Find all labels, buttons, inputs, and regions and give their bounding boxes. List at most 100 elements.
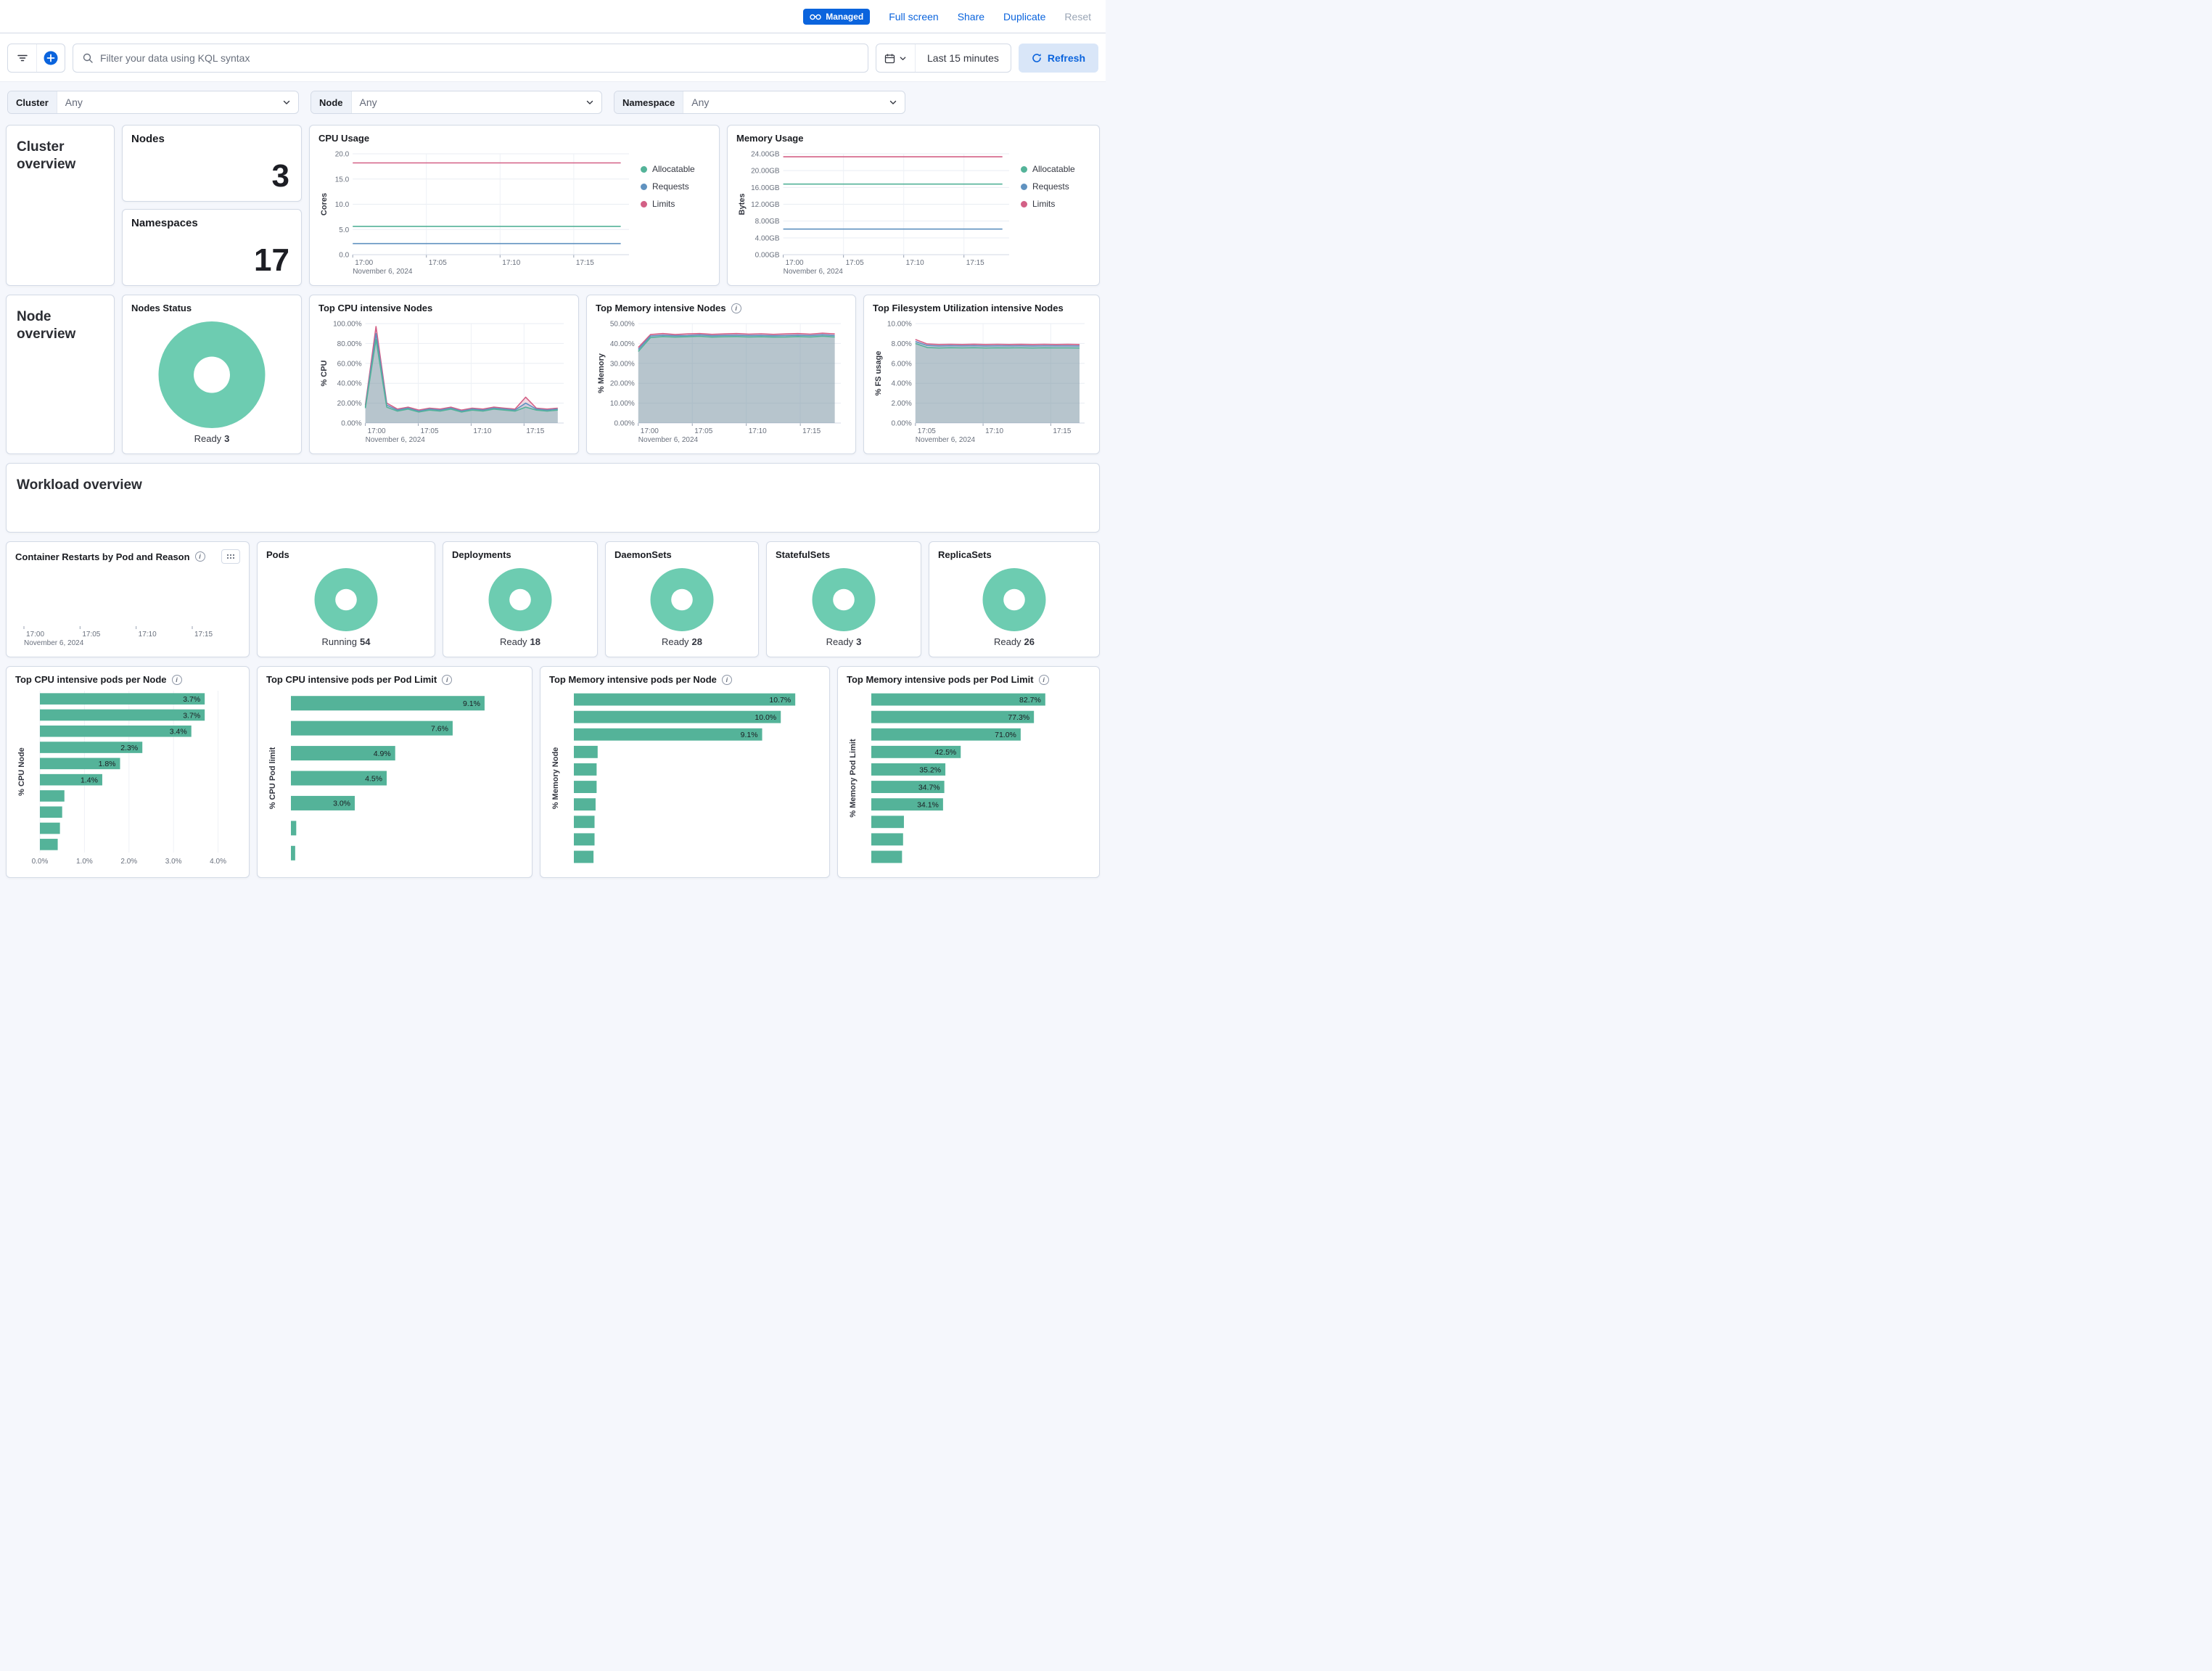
- svg-text:35.2%: 35.2%: [919, 765, 941, 774]
- filter-button-group: [7, 44, 65, 73]
- legend-item[interactable]: Allocatable: [641, 164, 710, 174]
- panel-title: Top Filesystem Utilization intensive Nod…: [873, 303, 1064, 313]
- legend-dot: [1021, 166, 1027, 173]
- svg-text:% FS usage: % FS usage: [874, 351, 883, 396]
- statefulsets-donut: Ready3: [776, 563, 912, 649]
- panel-title: CPU Usage: [318, 133, 369, 144]
- panel-title: Top CPU intensive Nodes: [318, 303, 432, 313]
- svg-text:17:10: 17:10: [749, 427, 767, 435]
- nodes-status-donut: Ready3: [131, 316, 292, 446]
- panel-replicasets: ReplicaSets Ready26: [929, 541, 1100, 657]
- legend-item[interactable]: Requests: [1021, 181, 1090, 192]
- svg-text:40.00%: 40.00%: [337, 380, 362, 388]
- namespaces-metric-title: Namespaces: [131, 217, 292, 229]
- svg-text:15.0: 15.0: [335, 176, 350, 184]
- svg-text:0.00%: 0.00%: [891, 420, 911, 428]
- refresh-icon: [1032, 53, 1042, 63]
- panel-top-cpu-nodes: Top CPU intensive Nodes % CPU0.00%20.00%…: [309, 295, 579, 454]
- svg-text:17:10: 17:10: [985, 427, 1003, 435]
- info-icon[interactable]: i: [172, 675, 182, 685]
- duplicate-link[interactable]: Duplicate: [1003, 11, 1045, 22]
- info-icon[interactable]: i: [722, 675, 732, 685]
- refresh-button[interactable]: Refresh: [1019, 44, 1098, 73]
- panel-title: Top CPU intensive pods per Node: [15, 674, 167, 685]
- dashboard: Cluster overview Nodes 3 Namespaces 17 C…: [0, 118, 1106, 884]
- panel-top-memory-pods-limit: Top Memory intensive pods per Pod Limiti…: [837, 666, 1100, 878]
- full-screen-link[interactable]: Full screen: [889, 11, 938, 22]
- svg-text:Cores: Cores: [320, 193, 329, 215]
- replicasets-donut: Ready26: [938, 563, 1090, 649]
- time-range-picker: Last 15 minutes: [876, 44, 1011, 73]
- svg-text:24.00GB: 24.00GB: [751, 151, 780, 159]
- filter-menu-button[interactable]: [8, 44, 36, 72]
- node-filter-label: Node: [311, 91, 352, 113]
- cluster-filter[interactable]: Cluster Any: [7, 91, 299, 114]
- svg-text:0.00%: 0.00%: [614, 420, 634, 428]
- svg-text:77.3%: 77.3%: [1008, 713, 1029, 722]
- panel-cluster-overview: Cluster overview: [6, 125, 115, 286]
- managed-badge[interactable]: Managed: [803, 9, 870, 25]
- panel-options-button[interactable]: [221, 549, 240, 564]
- svg-text:1.4%: 1.4%: [81, 776, 98, 784]
- svg-text:100.00%: 100.00%: [333, 321, 362, 329]
- panel-title: Top CPU intensive pods per Pod Limit: [266, 674, 437, 685]
- panel-nodes-count: Nodes 3: [122, 125, 302, 202]
- svg-text:November 6, 2024: November 6, 2024: [353, 268, 413, 276]
- svg-text:Running54: Running54: [322, 636, 371, 647]
- svg-text:20.0: 20.0: [335, 151, 350, 159]
- svg-text:% CPU Node: % CPU Node: [17, 747, 26, 796]
- svg-text:0.0: 0.0: [339, 252, 349, 260]
- panel-memory-usage: Memory Usage Bytes0.00GB4.00GB8.00GB12.0…: [727, 125, 1100, 286]
- svg-text:4.00%: 4.00%: [891, 380, 911, 388]
- legend-item[interactable]: Limits: [641, 199, 710, 209]
- legend-dot: [1021, 184, 1027, 190]
- panel-pods: Pods Running54: [257, 541, 435, 657]
- panel-workload-overview: Workload overview: [6, 463, 1100, 533]
- svg-text:10.00%: 10.00%: [887, 321, 912, 329]
- namespace-filter[interactable]: Namespace Any: [614, 91, 905, 114]
- svg-text:November 6, 2024: November 6, 2024: [24, 639, 84, 647]
- svg-text:17:15: 17:15: [802, 427, 821, 435]
- svg-text:November 6, 2024: November 6, 2024: [784, 268, 844, 276]
- svg-text:42.5%: 42.5%: [934, 748, 956, 757]
- top-memory-pods-limit-chart: % Memory Pod Limit 82.7% 77.3% 71.0% 42.5% 35…: [847, 688, 1090, 870]
- time-range-value[interactable]: Last 15 minutes: [916, 52, 1011, 64]
- svg-text:12.00GB: 12.00GB: [751, 201, 780, 209]
- legend-dot: [641, 184, 647, 190]
- legend-item[interactable]: Requests: [641, 181, 710, 192]
- info-icon[interactable]: i: [1039, 675, 1049, 685]
- calendar-icon: [884, 53, 895, 64]
- svg-text:4.5%: 4.5%: [365, 774, 382, 783]
- svg-text:8.00GB: 8.00GB: [755, 218, 780, 226]
- svg-text:% Memory Pod Limit: % Memory Pod Limit: [849, 739, 858, 818]
- calendar-menu-button[interactable]: [876, 44, 916, 72]
- svg-text:17:10: 17:10: [502, 259, 520, 267]
- info-icon[interactable]: i: [195, 551, 205, 562]
- legend-item[interactable]: Allocatable: [1021, 164, 1090, 174]
- node-filter[interactable]: Node Any: [311, 91, 602, 114]
- cpu-usage-chart: Cores0.05.010.015.020.017:0017:0517:1017…: [318, 147, 635, 278]
- panel-nodes-status: Nodes Status Ready3: [122, 295, 302, 454]
- svg-text:71.0%: 71.0%: [995, 731, 1016, 739]
- share-link[interactable]: Share: [958, 11, 984, 22]
- kql-search-input[interactable]: [100, 52, 859, 64]
- legend-item[interactable]: Limits: [1021, 199, 1090, 209]
- legend-label: Allocatable: [1032, 164, 1075, 174]
- add-filter-button[interactable]: [36, 44, 65, 72]
- panel-deployments: Deployments Ready18: [443, 541, 598, 657]
- svg-text:17:15: 17:15: [194, 631, 213, 639]
- info-icon[interactable]: i: [731, 303, 741, 313]
- svg-text:November 6, 2024: November 6, 2024: [366, 436, 426, 444]
- svg-text:17:00: 17:00: [368, 427, 386, 435]
- info-icon[interactable]: i: [442, 675, 452, 685]
- svg-text:2.0%: 2.0%: [120, 858, 137, 866]
- managed-badge-label: Managed: [826, 12, 863, 22]
- legend-dot: [1021, 201, 1027, 208]
- panel-title: DaemonSets: [614, 549, 672, 560]
- svg-text:Ready3: Ready3: [826, 636, 862, 647]
- cluster-overview-title: Cluster overview: [17, 139, 104, 173]
- panel-top-memory-nodes: Top Memory intensive Nodesi % Memory0.00…: [586, 295, 856, 454]
- reset-link[interactable]: Reset: [1064, 11, 1091, 22]
- svg-text:82.7%: 82.7%: [1019, 696, 1041, 705]
- svg-text:% CPU Pod limit: % CPU Pod limit: [268, 747, 277, 809]
